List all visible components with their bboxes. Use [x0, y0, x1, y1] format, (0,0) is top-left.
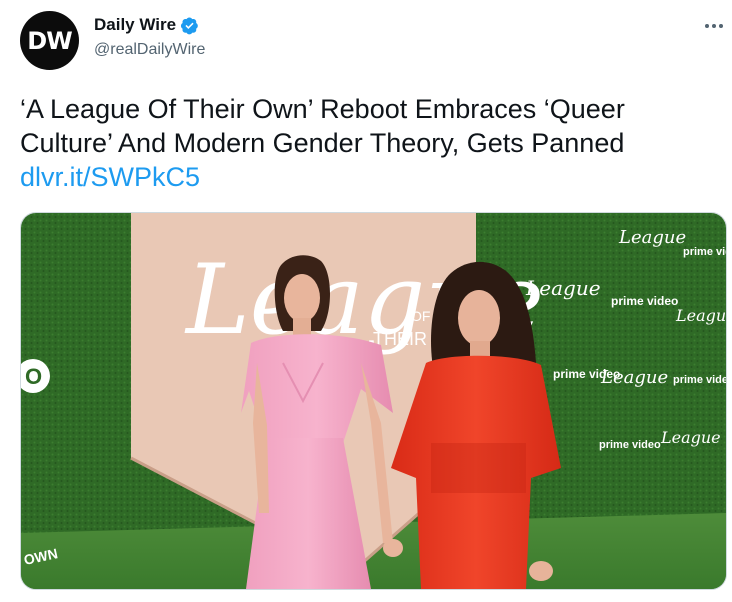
wall-logo-league: League: [618, 227, 686, 248]
author-handle[interactable]: @realDailyWire: [94, 41, 205, 59]
more-dot: [705, 24, 709, 28]
wall-logo-league: League: [660, 428, 721, 447]
wall-logo-prime: prime video: [599, 439, 661, 451]
display-name[interactable]: Daily Wire: [94, 15, 176, 35]
wall-logo-league: League: [525, 276, 601, 300]
left-edge-letter: O: [25, 364, 42, 389]
wall-logo-league: League: [675, 306, 726, 325]
wall-logo-prime: prime video: [683, 246, 726, 258]
tweet-media-photo[interactable]: League OF THEIR O O OWN League prime vid…: [20, 212, 727, 590]
photo-illustration: League OF THEIR O O OWN League prime vid…: [21, 213, 726, 589]
wall-logo-prime: prime video: [673, 374, 726, 386]
more-dot: [712, 24, 716, 28]
more-dot: [719, 24, 723, 28]
wall-logo-prime: prime video: [553, 367, 620, 381]
tweet-body: ‘A League Of Their Own’ Reboot Embraces …: [20, 94, 625, 158]
tweet-link[interactable]: dlvr.it/SWPkC5: [20, 160, 710, 194]
tweet-text: ‘A League Of Their Own’ Reboot Embraces …: [20, 92, 710, 194]
more-options-button[interactable]: [701, 16, 727, 36]
verified-badge-icon: [180, 16, 198, 34]
backdrop-of: OF: [411, 308, 430, 324]
author-name-row[interactable]: Daily Wire: [94, 15, 199, 35]
wall-logo-prime: prime video: [611, 294, 678, 308]
avatar[interactable]: DW: [20, 11, 79, 70]
